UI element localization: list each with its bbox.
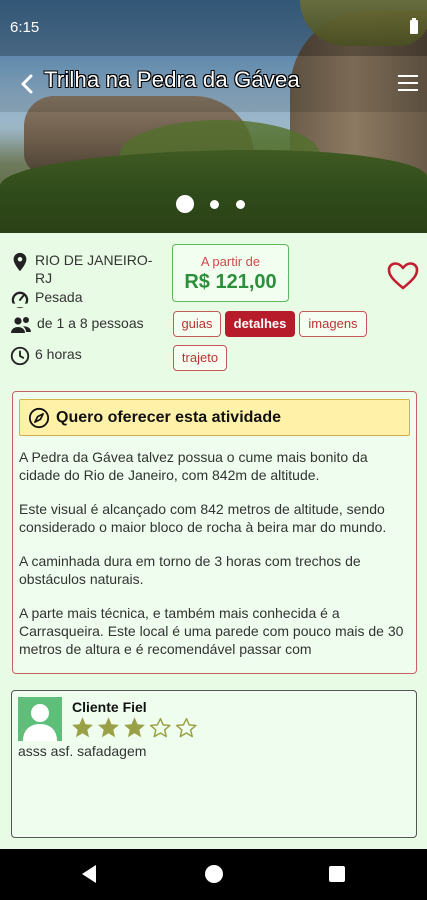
nav-home-icon[interactable] <box>205 865 223 883</box>
battery-icon <box>410 18 418 34</box>
carousel-dot[interactable] <box>210 200 219 209</box>
price-value: R$ 121,00 <box>184 271 277 293</box>
price-box: A partir de R$ 121,00 <box>172 244 289 302</box>
info-location: RIO DE JANEIRO-RJ <box>9 251 169 287</box>
tab-trajeto[interactable]: trajeto <box>173 345 227 371</box>
star-empty-icon <box>175 717 197 738</box>
description-text: A Pedra da Gávea talvez possua o cume ma… <box>19 448 411 673</box>
difficulty-text: Pesada <box>35 289 83 305</box>
description-paragraph: A caminhada dura em torno de 3 horas com… <box>19 553 361 587</box>
info-group-size: de 1 a 8 pessoas <box>9 314 144 336</box>
description-card[interactable]: Quero oferecer esta atividade A Pedra da… <box>12 391 417 674</box>
nav-back-icon[interactable] <box>80 864 98 884</box>
rating-stars <box>70 715 200 740</box>
nav-recents-icon[interactable] <box>329 866 345 882</box>
tab-imagens[interactable]: imagens <box>299 311 367 337</box>
back-arrow-icon[interactable] <box>14 70 42 98</box>
offer-label: Quero oferecer esta atividade <box>56 409 281 426</box>
hero-forest <box>0 150 427 233</box>
speedometer-icon <box>11 291 29 309</box>
status-bar: 6:15 <box>0 0 427 56</box>
carousel-dot-active[interactable] <box>176 195 194 213</box>
avatar <box>18 697 62 741</box>
star-empty-icon <box>149 717 171 738</box>
app-bar: Trilha na Pedra da Gávea <box>0 56 427 112</box>
star-filled-icon <box>98 717 119 738</box>
duration-text: 6 horas <box>35 346 82 362</box>
user-avatar-icon <box>23 704 57 741</box>
location-pin-icon <box>13 252 27 272</box>
people-icon <box>11 317 31 333</box>
clock-icon <box>10 346 30 366</box>
reviewer-name: Cliente Fiel <box>72 699 147 715</box>
tab-guias[interactable]: guias <box>173 311 221 337</box>
review-text: asss asf. safadagem <box>18 743 147 759</box>
favorite-heart-icon[interactable] <box>386 260 420 292</box>
description-paragraph: A Pedra da Gávea talvez possua o cume ma… <box>19 449 368 483</box>
tab-detalhes[interactable]: detalhes <box>225 311 295 337</box>
compass-icon <box>28 407 50 429</box>
group-size-text: de 1 a 8 pessoas <box>37 315 144 331</box>
offer-activity-button[interactable]: Quero oferecer esta atividade <box>19 399 410 436</box>
hero-image[interactable]: 6:15 Trilha na Pedra da Gávea <box>0 0 427 233</box>
info-difficulty: Pesada <box>9 288 82 310</box>
carousel-dot[interactable] <box>236 200 245 209</box>
star-filled-icon <box>124 717 145 738</box>
location-text: RIO DE JANEIRO-RJ <box>35 252 153 286</box>
info-duration: 6 horas <box>9 345 82 367</box>
review-card: Cliente Fiel asss asf. safadagem <box>11 690 417 838</box>
menu-icon[interactable] <box>398 75 418 91</box>
description-paragraph: Este visual é alcançado com 842 metros d… <box>19 501 387 535</box>
page-title: Trilha na Pedra da Gávea <box>44 67 300 92</box>
status-time: 6:15 <box>10 19 40 36</box>
system-nav-bar <box>0 849 427 900</box>
description-paragraph: A parte mais técnica, e também mais conh… <box>19 605 404 657</box>
price-caption: A partir de <box>200 254 261 269</box>
star-filled-icon <box>72 717 93 738</box>
